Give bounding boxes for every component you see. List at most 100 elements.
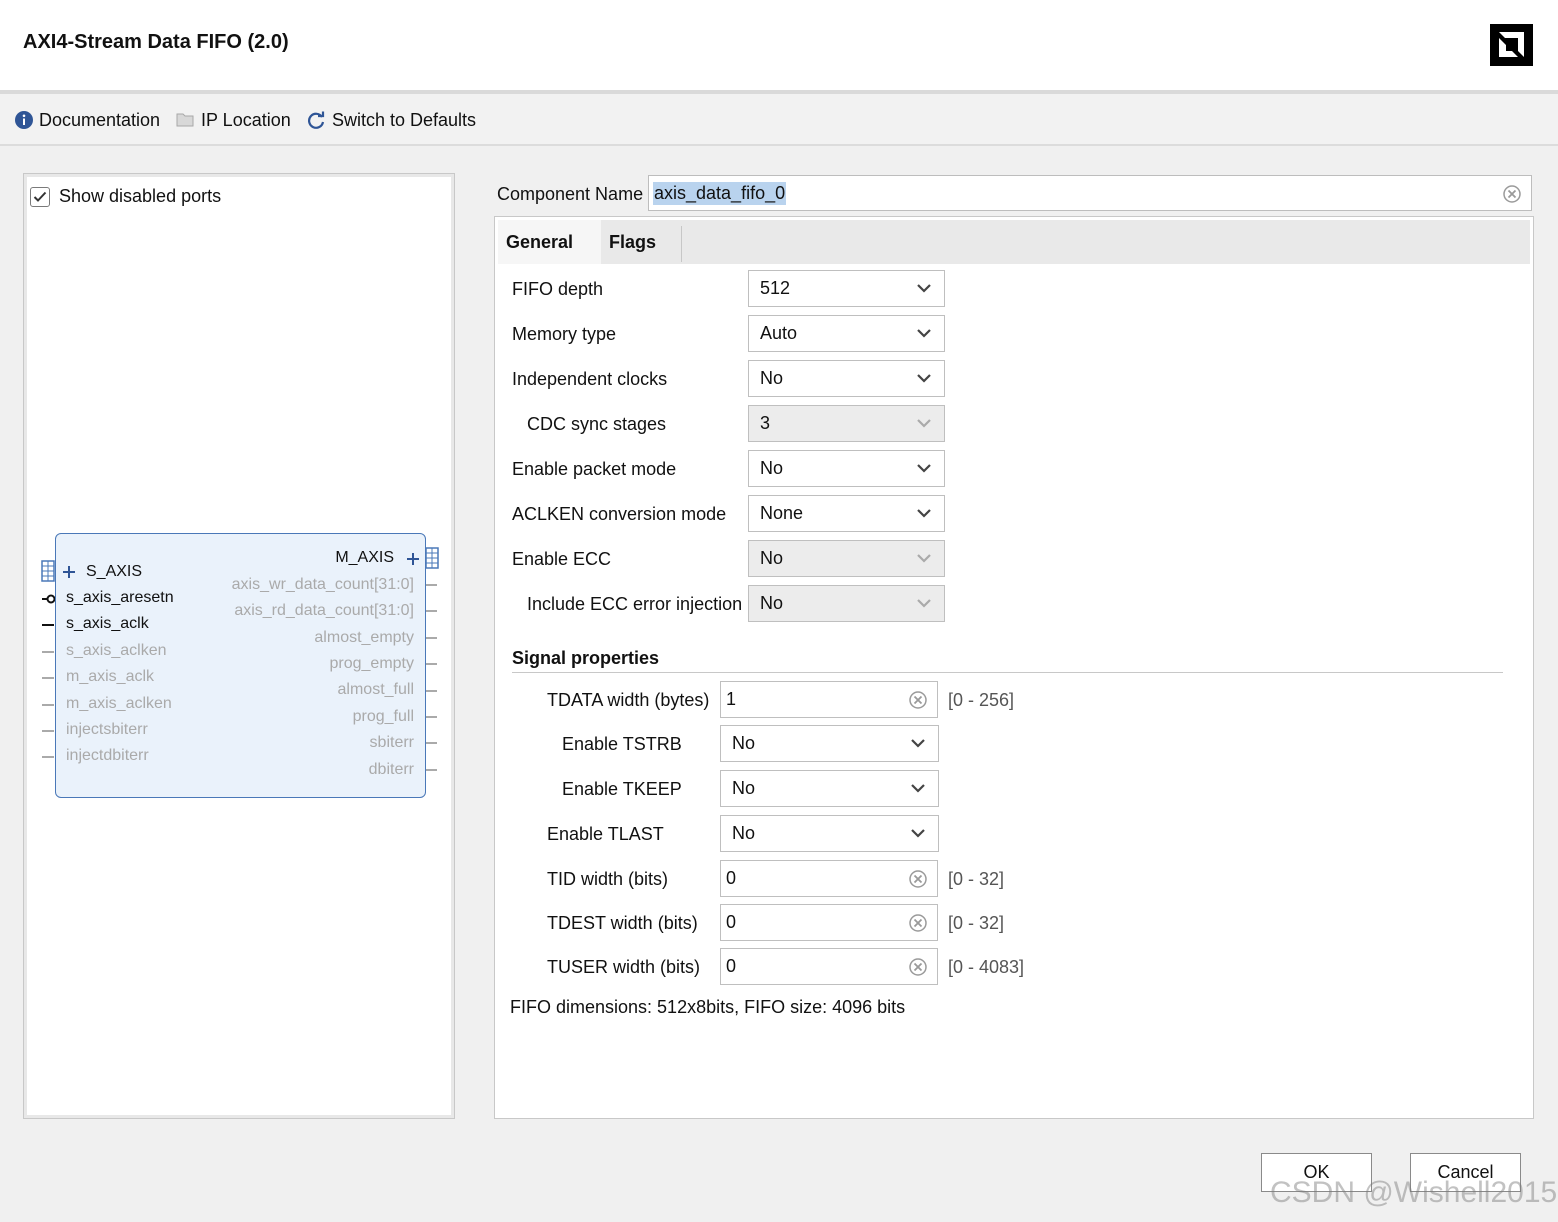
ip-location-button[interactable]: IP Location xyxy=(176,108,291,132)
dialog-header: AXI4-Stream Data FIFO (2.0) xyxy=(0,0,1558,90)
port-prog-empty[interactable]: prog_empty xyxy=(330,655,415,673)
ip-block-symbol: S_AXIS s_axis_aresetn s_axis_aclk s_axis… xyxy=(55,533,426,798)
port-almost-full[interactable]: almost_full xyxy=(338,681,414,699)
folder-icon xyxy=(176,113,194,127)
dbiterr-stub xyxy=(425,769,437,771)
injectdbiterr-stub xyxy=(42,756,54,758)
tab-flags[interactable]: Flags xyxy=(601,220,664,264)
enable-tlast-select[interactable]: No xyxy=(720,815,939,852)
almost-empty-stub xyxy=(425,637,437,639)
independent-clocks-label: Independent clocks xyxy=(512,369,668,389)
fifo-dimensions-summary: FIFO dimensions: 512x8bits, FIFO size: 4… xyxy=(510,997,906,1017)
injectsbiterr-stub xyxy=(42,730,54,732)
tuser-width-range: [0 - 4083] xyxy=(948,957,1025,977)
tab-strip: General Flags xyxy=(498,220,1530,264)
port-sbiterr[interactable]: sbiterr xyxy=(370,734,414,752)
enable-tkeep-label: Enable TKEEP xyxy=(562,779,682,799)
port-prog-full[interactable]: prog_full xyxy=(353,708,414,726)
port-s-axis-aresetn[interactable]: s_axis_aresetn xyxy=(66,589,174,607)
independent-clocks-select[interactable]: No xyxy=(748,360,945,397)
s-axis-aclk-stub xyxy=(42,624,54,626)
clear-icon[interactable] xyxy=(909,691,927,709)
chevron-down-icon xyxy=(917,374,931,383)
independent-clocks-value: No xyxy=(760,368,784,388)
checkmark-icon xyxy=(33,191,47,202)
show-disabled-ports-checkbox[interactable] xyxy=(30,186,50,207)
watermark: CSDN @Wishell2015 xyxy=(1270,1176,1558,1209)
toolbar: Documentation IP Location Switch to Defa… xyxy=(0,94,1558,146)
memory-type-select[interactable]: Auto xyxy=(748,315,945,352)
tdata-width-label: TDATA width (bytes) xyxy=(547,690,710,710)
dialog-title: AXI4-Stream Data FIFO (2.0) xyxy=(23,31,289,53)
clear-icon[interactable] xyxy=(1503,185,1521,203)
ip-location-label: IP Location xyxy=(201,109,291,130)
tid-width-range: [0 - 32] xyxy=(948,869,1005,889)
tdest-width-range: [0 - 32] xyxy=(948,913,1005,933)
expand-plus-icon[interactable] xyxy=(406,552,420,566)
signal-properties-heading: Signal properties xyxy=(512,648,660,668)
enable-tkeep-select[interactable]: No xyxy=(720,770,939,807)
signal-properties-divider xyxy=(512,672,1503,673)
rd-data-count-stub xyxy=(425,610,437,612)
prog-empty-stub xyxy=(425,663,437,665)
tuser-width-label: TUSER width (bits) xyxy=(547,957,701,977)
chevron-down-icon xyxy=(911,784,925,793)
s-axis-bus-icon xyxy=(41,560,55,582)
tab-general[interactable]: General xyxy=(498,220,601,264)
cdc-sync-stages-select[interactable]: 3 xyxy=(748,405,945,442)
enable-tlast-label: Enable TLAST xyxy=(547,824,664,844)
port-m-axis[interactable]: M_AXIS xyxy=(335,549,394,567)
fifo-depth-value: 512 xyxy=(760,278,791,298)
port-s-axis[interactable]: S_AXIS xyxy=(86,563,142,581)
enable-ecc-value: No xyxy=(760,548,784,568)
port-injectsbiterr[interactable]: injectsbiterr xyxy=(66,721,148,739)
m-axis-bus-icon xyxy=(425,547,439,569)
tid-width-input[interactable]: 0 xyxy=(720,860,938,897)
prog-full-stub xyxy=(425,716,437,718)
enable-tlast-value: No xyxy=(732,823,756,843)
show-disabled-ports-row[interactable]: Show disabled ports xyxy=(30,186,221,207)
port-s-axis-aclken[interactable]: s_axis_aclken xyxy=(66,642,167,660)
almost-full-stub xyxy=(425,690,437,692)
include-ecc-error-injection-value: No xyxy=(760,593,784,613)
m-axis-aclken-stub xyxy=(42,704,54,706)
aclken-conversion-mode-select[interactable]: None xyxy=(748,495,945,532)
enable-ecc-select[interactable]: No xyxy=(748,540,945,577)
switch-to-defaults-button[interactable]: Switch to Defaults xyxy=(307,108,476,132)
port-axis-wr-data-count[interactable]: axis_wr_data_count[31:0] xyxy=(232,576,414,594)
port-axis-rd-data-count[interactable]: axis_rd_data_count[31:0] xyxy=(234,602,414,620)
enable-tstrb-value: No xyxy=(732,733,756,753)
port-dbiterr[interactable]: dbiterr xyxy=(369,761,414,779)
tdest-width-label: TDEST width (bits) xyxy=(547,913,698,933)
s-axis-aclken-stub xyxy=(42,651,54,653)
tdest-width-input[interactable]: 0 xyxy=(720,904,938,941)
port-injectdbiterr[interactable]: injectdbiterr xyxy=(66,747,149,765)
component-name-value: axis_data_fifo_0 xyxy=(653,181,787,205)
chevron-down-icon xyxy=(911,739,925,748)
cdc-sync-stages-label: CDC sync stages xyxy=(527,414,667,434)
clear-icon[interactable] xyxy=(909,914,927,932)
clear-icon[interactable] xyxy=(909,870,927,888)
tuser-width-input[interactable]: 0 xyxy=(720,948,938,985)
include-ecc-error-injection-select[interactable]: No xyxy=(748,585,945,622)
clear-icon[interactable] xyxy=(909,958,927,976)
refresh-icon xyxy=(308,111,325,129)
tuser-width-value: 0 xyxy=(726,956,737,976)
tid-width-value: 0 xyxy=(726,868,737,888)
port-m-axis-aclk[interactable]: m_axis_aclk xyxy=(66,668,154,686)
cdc-sync-stages-value: 3 xyxy=(760,413,771,433)
chevron-down-icon xyxy=(917,599,931,608)
enable-packet-mode-select[interactable]: No xyxy=(748,450,945,487)
fifo-depth-select[interactable]: 512 xyxy=(748,270,945,307)
port-s-axis-aclk[interactable]: s_axis_aclk xyxy=(66,615,149,633)
enable-tstrb-select[interactable]: No xyxy=(720,725,939,762)
expand-plus-icon[interactable] xyxy=(62,565,76,579)
tdata-width-input[interactable]: 1 xyxy=(720,681,938,718)
enable-tstrb-label: Enable TSTRB xyxy=(562,734,682,754)
reset-active-low-icon xyxy=(42,594,56,604)
enable-tkeep-value: No xyxy=(732,778,756,798)
port-m-axis-aclken[interactable]: m_axis_aclken xyxy=(66,695,172,713)
component-name-input[interactable]: axis_data_fifo_0 xyxy=(648,175,1532,211)
port-almost-empty[interactable]: almost_empty xyxy=(314,629,414,647)
documentation-button[interactable]: Documentation xyxy=(15,108,160,132)
